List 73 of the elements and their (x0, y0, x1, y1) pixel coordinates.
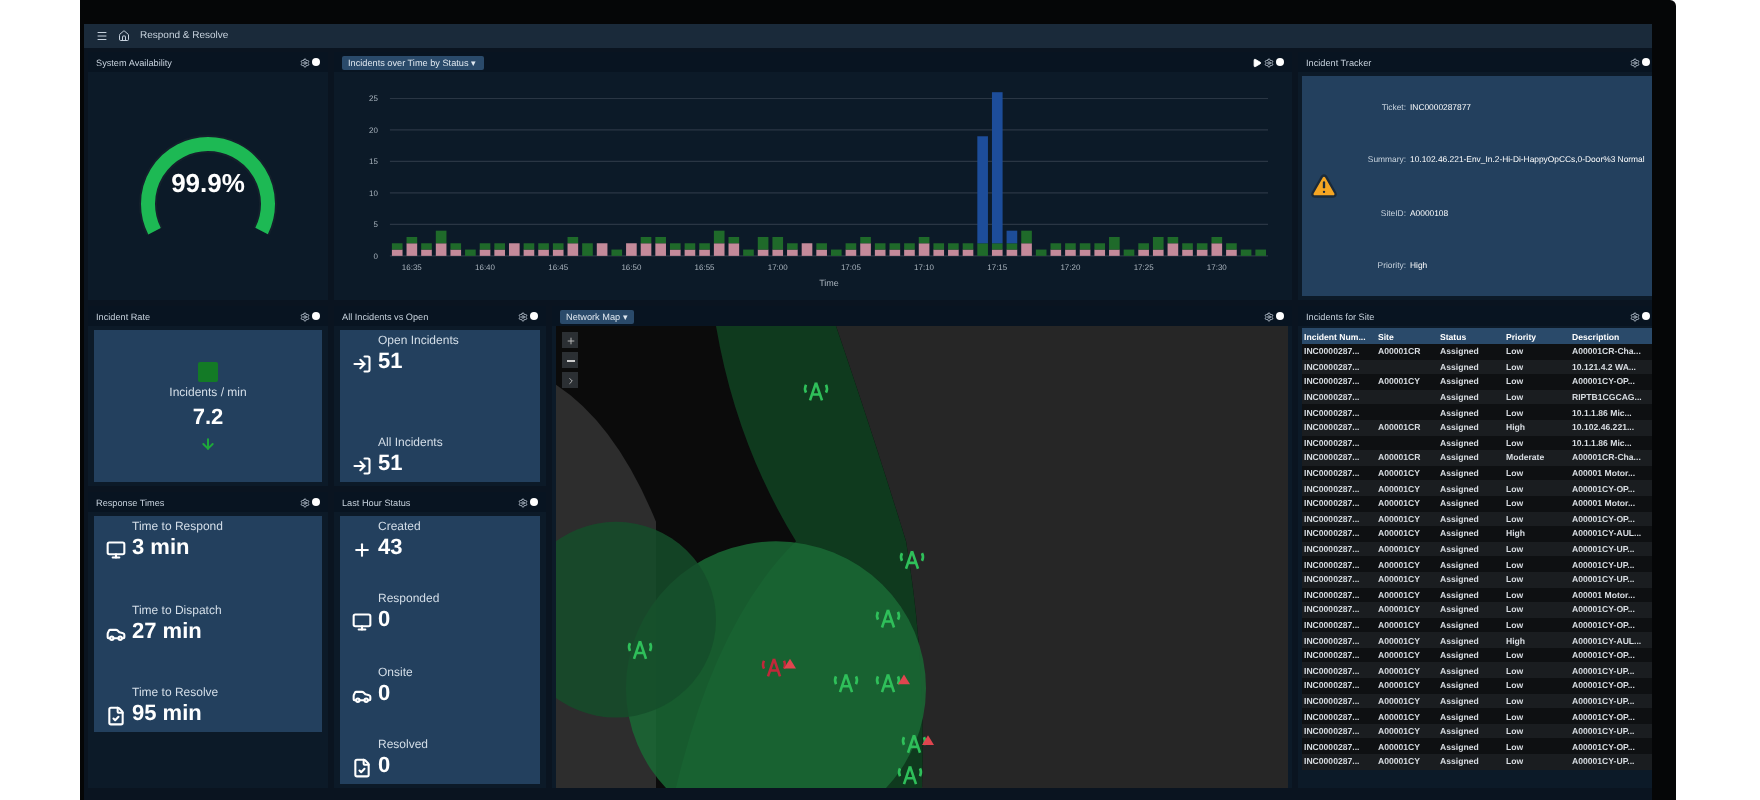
tower-icon (897, 765, 923, 786)
plus-icon (352, 540, 372, 560)
alert-icon (898, 674, 910, 685)
stat-value: 43 (378, 536, 405, 560)
minus-icon (565, 355, 575, 365)
settings-icon[interactable] (518, 497, 528, 507)
zoom-out-button[interactable] (562, 352, 578, 368)
stat-value: 95 min (132, 702, 204, 726)
stat-value: 3 min (132, 536, 192, 560)
dot-icon[interactable] (530, 498, 538, 506)
stat-value: 51 (378, 452, 405, 476)
dot-icon[interactable] (312, 498, 320, 506)
dot-icon[interactable] (530, 312, 538, 320)
settings-icon[interactable] (1630, 57, 1640, 67)
dot-icon[interactable] (312, 58, 320, 66)
bar (626, 243, 637, 256)
alert-icon (784, 658, 796, 669)
stat-value: 0 (378, 608, 393, 633)
dot-icon[interactable] (1642, 312, 1650, 320)
rate-value: 7.2 (192, 405, 224, 429)
login-icon (352, 456, 372, 476)
alert-icon (922, 735, 934, 745)
bar (830, 249, 842, 256)
car-icon (352, 685, 372, 706)
bar (611, 249, 623, 256)
document-icon (106, 706, 126, 726)
tower-icon (875, 673, 901, 694)
settings-icon[interactable] (300, 311, 310, 321)
tower-icon (803, 381, 829, 402)
bar (509, 243, 520, 256)
bar (801, 243, 813, 256)
dot-icon[interactable] (1276, 58, 1284, 66)
settings-icon[interactable] (1264, 57, 1274, 67)
dot-icon[interactable] (312, 312, 320, 320)
monitor-icon (352, 612, 372, 633)
stat-value: 0 (378, 681, 393, 706)
settings-icon[interactable] (1264, 311, 1274, 321)
warning-icon (1310, 172, 1338, 200)
plus-icon (565, 335, 575, 345)
bar (743, 249, 754, 256)
square-icon (198, 361, 218, 381)
tower-icon (875, 608, 901, 629)
play-icon[interactable] (1252, 57, 1262, 67)
settings-icon[interactable] (300, 497, 310, 507)
settings-icon[interactable] (1630, 311, 1640, 321)
tower-icon (761, 657, 787, 678)
arrow-down-icon (200, 435, 216, 451)
settings-icon[interactable] (300, 57, 310, 67)
home-icon[interactable] (118, 30, 130, 42)
bar (596, 243, 608, 256)
menu-icon[interactable] (96, 30, 108, 42)
stat-value: 51 (378, 350, 405, 374)
stat-value: 0 (378, 753, 393, 778)
tower-icon (899, 549, 925, 571)
dot-icon[interactable] (1642, 58, 1650, 66)
bar (465, 249, 476, 256)
monitor-icon (106, 540, 126, 560)
bar (1255, 249, 1267, 256)
tower-icon (833, 673, 859, 694)
dot-icon[interactable] (1276, 312, 1284, 320)
tower-icon (901, 733, 927, 755)
chevron-icon (565, 375, 575, 385)
bar (582, 243, 593, 256)
availability-value: 99.9% (171, 168, 245, 198)
login-icon (352, 354, 372, 374)
settings-icon[interactable] (518, 311, 528, 321)
document-icon (352, 757, 372, 778)
bar (1035, 249, 1047, 256)
stat-value: 27 min (132, 619, 204, 643)
bar (1123, 249, 1135, 256)
tower-icon (627, 639, 653, 661)
bar (1240, 249, 1252, 256)
car-icon (106, 623, 126, 643)
